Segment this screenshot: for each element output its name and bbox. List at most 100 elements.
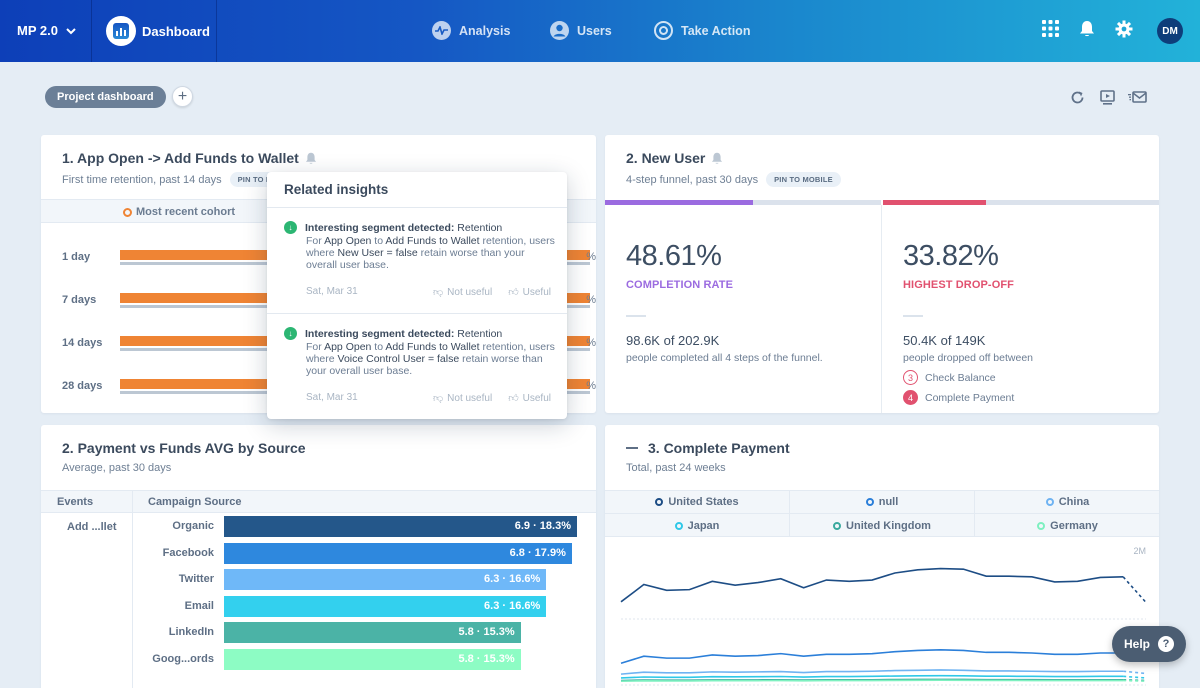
bar-category-label: Organic	[172, 520, 214, 532]
refresh-icon[interactable]	[1070, 90, 1085, 105]
funnel-step: 4 Complete Payment	[903, 390, 1033, 405]
bar-value-label: 6.9 · 18.3%	[514, 520, 571, 532]
step-number-badge: 4	[903, 390, 918, 405]
legend-item[interactable]: United Kingdom	[790, 514, 975, 537]
nav-take-action[interactable]: Take Action	[654, 21, 750, 40]
bell-icon[interactable]	[305, 152, 317, 165]
project-switcher[interactable]: MP 2.0	[17, 23, 76, 38]
card-title-text: 1. App Open -> Add Funds to Wallet	[62, 150, 299, 166]
nav-analysis[interactable]: Analysis	[432, 21, 510, 40]
user-icon	[550, 21, 569, 40]
insight-footer: Sat, Mar 31 👎︎ Not useful 👍︎ Useful	[306, 286, 551, 298]
bar-value-label: 6.3 · 16.6%	[484, 599, 541, 612]
step-label: Check Balance	[925, 371, 996, 384]
email-subscribe-icon[interactable]	[1128, 90, 1147, 105]
legend-item[interactable]: Japan	[605, 514, 790, 537]
series-line-japan[interactable]	[620, 674, 1124, 679]
dropoff-value: 33.82%	[903, 240, 999, 272]
step-number-badge: 3	[903, 370, 918, 385]
popup-title: Related insights	[267, 172, 567, 208]
column-header-events[interactable]: Events	[57, 496, 93, 508]
series-line-null[interactable]	[620, 648, 1124, 665]
completion-rate-stat[interactable]: 48.61% COMPLETION RATE 98.6K of 202.9K p…	[626, 240, 823, 364]
row-label: 14 days	[62, 337, 103, 349]
legend-label: Germany	[1050, 519, 1098, 532]
dashboard-nav-button[interactable]: Dashboard	[106, 16, 210, 46]
thumbs-down-icon: 👎︎	[433, 287, 444, 298]
dashboard-label: Dashboard	[142, 23, 210, 39]
bell-icon[interactable]	[1079, 20, 1095, 38]
arrow-down-icon: ↓	[284, 221, 297, 234]
not-useful-button[interactable]: 👎︎ Not useful	[433, 286, 492, 299]
useful-button[interactable]: 👍︎ Useful	[508, 392, 551, 405]
legend-label: Japan	[687, 519, 720, 532]
legend-item[interactable]: United States	[605, 491, 790, 514]
bar-category-label: Email	[184, 599, 214, 612]
help-label: Help	[1123, 637, 1150, 651]
related-insights-popup: Related insights ↓ Interesting segment d…	[267, 172, 567, 419]
column-header-campaign-source[interactable]: Campaign Source	[148, 496, 242, 508]
card-title[interactable]: 3. Complete Payment	[626, 440, 790, 456]
apps-grid-icon[interactable]	[1042, 20, 1059, 37]
divider	[903, 315, 923, 317]
thumbs-down-icon: 👎︎	[433, 393, 444, 404]
legend-item[interactable]: China	[975, 491, 1159, 514]
line-chart-icon	[626, 447, 638, 449]
series-incomplete-segment	[1122, 576, 1147, 603]
retention-percent: %	[586, 337, 596, 349]
analysis-icon	[432, 21, 451, 40]
completion-description: people completed all 4 steps of the funn…	[626, 352, 823, 364]
card-title[interactable]: 2. Payment vs Funds AVG by Source	[62, 440, 306, 456]
legend-item[interactable]: null	[790, 491, 975, 514]
pin-to-mobile-button[interactable]: PIN TO MOBILE	[766, 172, 841, 187]
presentation-mode-icon[interactable]	[1100, 90, 1115, 105]
series-line-united-states[interactable]	[620, 567, 1124, 603]
gear-icon[interactable]	[1115, 20, 1133, 38]
thumbs-up-icon: 👍︎	[508, 393, 519, 404]
chevron-down-icon	[66, 27, 76, 34]
project-name: MP 2.0	[17, 23, 58, 38]
legend-item[interactable]: Germany	[975, 514, 1159, 537]
series-line-china[interactable]	[620, 669, 1124, 675]
series-incomplete-segment	[1123, 670, 1147, 675]
divider	[91, 0, 92, 62]
help-button[interactable]: Help ?	[1112, 626, 1186, 662]
insight-date: Sat, Mar 31	[306, 286, 358, 297]
target-icon	[654, 21, 673, 40]
legend-marker-icon	[865, 498, 874, 506]
nav-analysis-label: Analysis	[459, 23, 511, 38]
series-line-germany[interactable]	[620, 679, 1124, 682]
card-title[interactable]: 2. New User	[626, 150, 723, 166]
useful-button[interactable]: 👍︎ Useful	[508, 286, 551, 299]
dropoff-progress-fill	[883, 200, 986, 205]
card-title[interactable]: 1. App Open -> Add Funds to Wallet	[62, 150, 317, 166]
bar-chart-card: 2. Payment vs Funds AVG by Source Averag…	[41, 425, 596, 688]
legend-label: Most recent cohort	[136, 206, 236, 218]
dropoff-stat[interactable]: 33.82% HIGHEST DROP-OFF 50.4K of 149K pe…	[903, 240, 1033, 405]
nav-users[interactable]: Users	[550, 21, 612, 40]
step-label: Complete Payment	[925, 391, 1015, 404]
dropoff-count: 50.4K of 149K	[903, 333, 986, 348]
legend-item[interactable]: Most recent cohort	[123, 206, 235, 218]
chart-legend: United States null China Japan United Ki…	[605, 490, 1159, 537]
not-useful-button[interactable]: 👎︎ Not useful	[433, 392, 492, 405]
insight-heading-rest: Retention	[457, 327, 503, 340]
bell-icon[interactable]	[711, 152, 723, 165]
card-title-text: 2. Payment vs Funds AVG by Source	[62, 440, 306, 456]
card-title-text: 2. New User	[626, 150, 706, 166]
line-chart: 2M	[620, 546, 1147, 686]
legend-marker-icon	[833, 521, 842, 530]
dropoff-description: people dropped off between	[903, 352, 1033, 364]
bar-category-label: Facebook	[162, 546, 214, 559]
insight-body: For App Open to Add Funds to Wallet rete…	[306, 341, 555, 377]
subtitle-text: Total, past 24 weeks	[626, 462, 726, 474]
divider	[626, 315, 646, 317]
user-avatar[interactable]: DM	[1157, 18, 1183, 44]
dropoff-label: HIGHEST DROP-OFF	[903, 279, 1014, 291]
card-subtitle: Average, past 30 days	[62, 462, 171, 474]
add-dashboard-button[interactable]: +	[172, 86, 193, 107]
retention-percent: %	[586, 380, 596, 392]
tab-project-dashboard[interactable]: Project dashboard	[45, 86, 166, 108]
subtitle-text: First time retention, past 14 days	[62, 173, 222, 186]
funnel-step: 3 Check Balance	[903, 370, 1033, 385]
